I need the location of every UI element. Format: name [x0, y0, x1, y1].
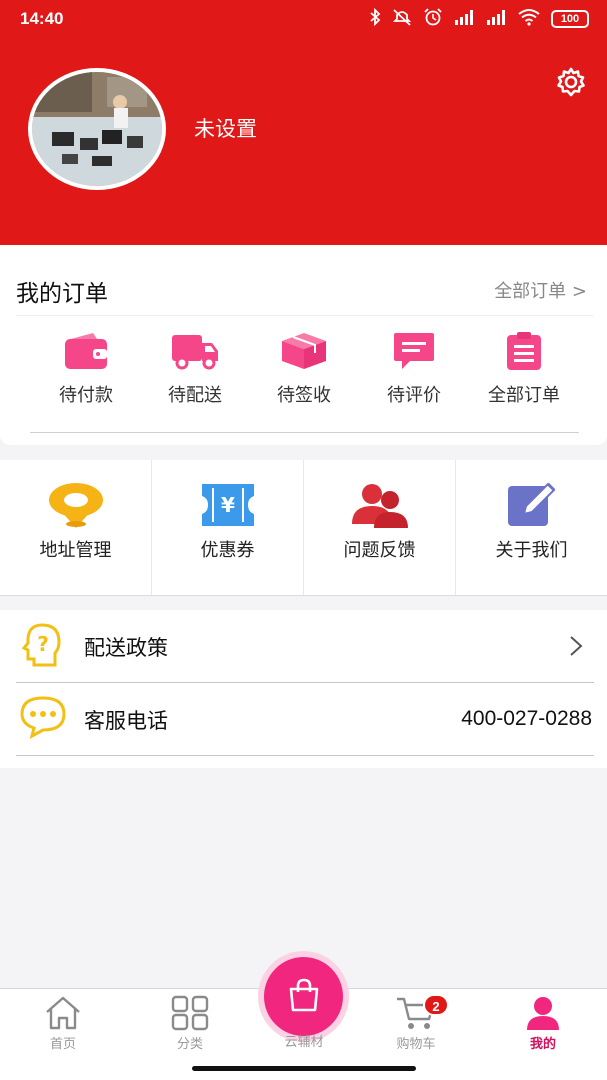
comment-icon — [394, 333, 434, 369]
signal-hd-icon — [453, 9, 475, 29]
menu-coupons[interactable]: ¥ 优惠券 — [152, 460, 304, 595]
service-grid: 地址管理 ¥ 优惠券 问题反馈 关于我们 — [0, 460, 607, 596]
question-head-icon: ? — [20, 622, 64, 672]
tab-label: 首页 — [49, 1037, 76, 1052]
service-phone[interactable]: 400-027-0288 — [461, 707, 592, 731]
grid-icon — [171, 995, 209, 1031]
home-icon — [46, 996, 80, 1030]
order-pending-review[interactable]: 待评价 — [364, 331, 464, 407]
order-all[interactable]: 全部订单 — [474, 331, 574, 407]
mute-icon — [391, 8, 413, 30]
customer-service-label: 客服电话 — [84, 709, 168, 733]
status-bar: 14:40 100 — [0, 0, 607, 38]
battery-icon: 100 — [551, 10, 589, 28]
users-icon — [351, 484, 408, 528]
orders-title: 我的订单 — [16, 281, 108, 307]
orders-card: 我的订单 全部订单 > 待付款 待配送 待签收 待评价 全部订单 — [0, 245, 607, 445]
order-item-label: 待评价 — [387, 385, 441, 406]
tab-label: 分类 — [176, 1037, 203, 1052]
all-orders-link[interactable]: 全部订单 > — [494, 277, 587, 303]
delivery-policy-label: 配送政策 — [84, 636, 168, 660]
bluetooth-icon — [369, 7, 381, 30]
tab-category[interactable]: 分类 — [140, 995, 240, 1052]
tab-cart[interactable]: 购物车 — [366, 995, 466, 1052]
avatar[interactable] — [28, 68, 166, 190]
order-pending-receipt[interactable]: 待签收 — [254, 331, 354, 407]
tab-yunfucai[interactable] — [264, 957, 343, 1036]
svg-text:?: ? — [37, 632, 49, 656]
menu-feedback[interactable]: 问题反馈 — [304, 460, 456, 595]
signal-icon — [485, 9, 507, 29]
menu-about[interactable]: 关于我们 — [456, 460, 607, 595]
divider — [16, 315, 593, 316]
tab-home[interactable]: 首页 — [13, 995, 113, 1052]
chat-bubble-icon — [20, 695, 66, 743]
chevron-right-icon — [568, 634, 584, 662]
wifi-icon — [517, 8, 541, 30]
profile-header: 14:40 100 未设置 — [0, 0, 607, 245]
home-indicator — [192, 1066, 416, 1071]
menu-label: 关于我们 — [495, 540, 568, 561]
divider — [30, 432, 579, 433]
menu-label: 问题反馈 — [343, 540, 416, 561]
cart-badge: 2 — [423, 994, 449, 1016]
tab-label: 购物车 — [396, 1037, 436, 1052]
order-pending-delivery[interactable]: 待配送 — [145, 331, 245, 407]
username[interactable]: 未设置 — [194, 113, 257, 143]
status-icons: 100 — [369, 7, 589, 30]
alarm-icon — [423, 8, 443, 30]
clipboard-icon — [507, 332, 541, 370]
truck-icon — [172, 335, 218, 370]
location-icon — [48, 483, 103, 528]
customer-service-row[interactable]: 客服电话 400-027-0288 — [16, 683, 594, 756]
edit-icon — [507, 482, 555, 526]
order-item-label: 待配送 — [168, 385, 222, 406]
tab-label: 我的 — [529, 1037, 556, 1052]
wallet-icon — [65, 333, 107, 369]
status-time: 14:40 — [20, 9, 64, 28]
tab-label: 云辅材 — [284, 1035, 324, 1050]
order-item-label: 全部订单 — [488, 385, 560, 406]
package-icon — [282, 333, 326, 369]
delivery-policy-row[interactable]: ? 配送政策 — [16, 610, 594, 683]
order-item-label: 待付款 — [59, 385, 113, 406]
user-icon — [527, 997, 559, 1030]
shopping-bag-icon — [289, 978, 319, 1012]
order-pending-payment[interactable]: 待付款 — [36, 331, 136, 407]
coupon-icon: ¥ — [201, 484, 254, 526]
settings-gear-icon[interactable] — [555, 66, 587, 98]
menu-address[interactable]: 地址管理 — [0, 460, 152, 595]
info-list: ? 配送政策 客服电话 400-027-0288 — [0, 610, 607, 768]
svg-text:¥: ¥ — [221, 493, 235, 517]
menu-label: 地址管理 — [39, 540, 112, 561]
menu-label: 优惠券 — [200, 540, 255, 561]
order-item-label: 待签收 — [277, 385, 331, 406]
tab-mine[interactable]: 我的 — [493, 995, 593, 1052]
